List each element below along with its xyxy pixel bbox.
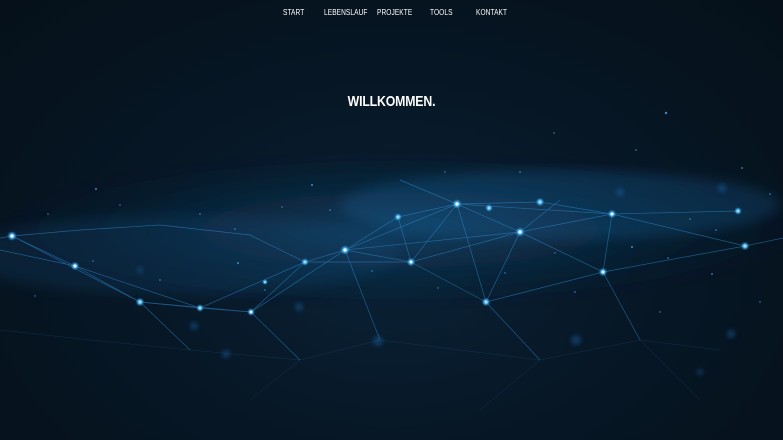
page: START LEBENSLAUF PROJEKTE TOOLS KONTAKT … (0, 0, 783, 440)
nav-item-start[interactable]: START (283, 8, 304, 17)
nav-item-lebenslauf[interactable]: LEBENSLAUF (324, 8, 367, 17)
hero-title: WILLKOMMEN. (347, 93, 436, 110)
network-background-graphic (0, 111, 783, 411)
hero-title-wrapper: WILLKOMMEN. (0, 93, 783, 110)
main-navigation: START LEBENSLAUF PROJEKTE TOOLS KONTAKT (0, 8, 783, 20)
nav-item-projekte[interactable]: PROJEKTE (377, 8, 412, 17)
nav-item-kontakt[interactable]: KONTAKT (476, 8, 507, 17)
nav-item-tools[interactable]: TOOLS (430, 8, 453, 17)
